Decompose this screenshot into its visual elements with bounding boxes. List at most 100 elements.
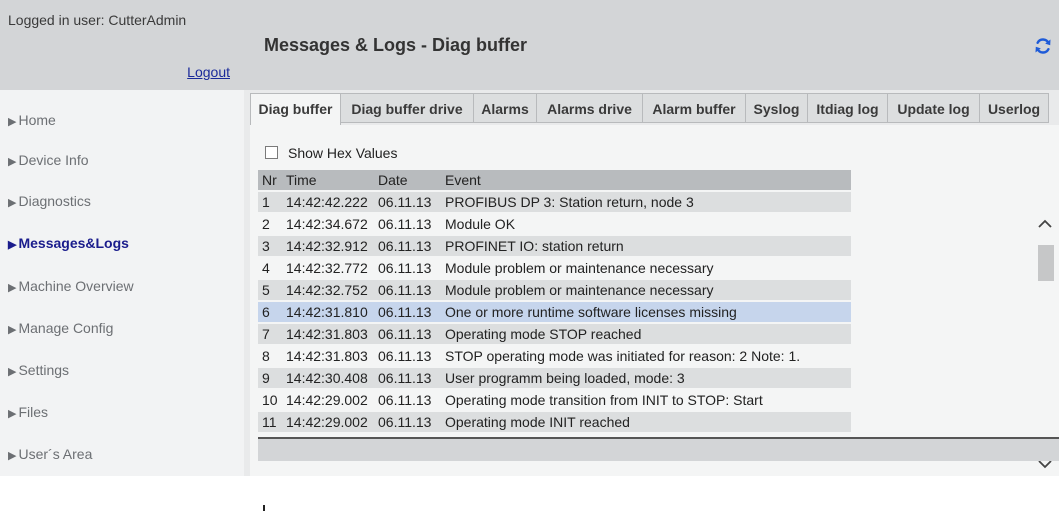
tab-diag-buffer[interactable]: Diag buffer [250, 93, 341, 126]
cell-date: 06.11.13 [374, 280, 441, 300]
sidebar-item-users-area[interactable]: ▶ User´s Area [8, 442, 92, 466]
cell-date: 06.11.13 [374, 368, 441, 388]
cell-event: Operating mode transition from INIT to S… [441, 390, 851, 410]
table-row[interactable]: 3 14:42:32.912 06.11.13 PROFINET IO: sta… [258, 236, 851, 256]
column-header-time[interactable]: Time [282, 170, 374, 190]
table-row[interactable]: 8 14:42:31.803 06.11.13 STOP operating m… [258, 346, 851, 366]
sidebar-item-files[interactable]: ▶ Files [8, 400, 48, 424]
sidebar-item-label: Manage Config [18, 320, 114, 336]
cell-event: User programm being loaded, mode: 3 [441, 368, 851, 388]
sidebar-item-home[interactable]: ▶ Home [8, 108, 56, 132]
tab-alarm-buffer[interactable]: Alarm buffer [642, 93, 746, 123]
chevron-up-icon[interactable] [1034, 215, 1056, 233]
cell-event: Operating mode INIT reached [441, 412, 851, 432]
table-row[interactable]: 7 14:42:31.803 06.11.13 Operating mode S… [258, 324, 851, 344]
tab-update-log[interactable]: Update log [887, 93, 980, 123]
sidebar-nav: ▶ Home ▶ Device Info ▶ Diagnostics ▶ Message… [0, 90, 244, 476]
column-header-nr[interactable]: Nr [258, 170, 282, 190]
sidebar-item-manage-config[interactable]: ▶ Manage Config [8, 316, 113, 340]
cell-date: 06.11.13 [374, 258, 441, 278]
table-row-selected[interactable]: 6 14:42:31.810 06.11.13 One or more runt… [258, 302, 851, 322]
sidebar-item-messages-logs[interactable]: ▶ Messages&Logs [8, 231, 129, 255]
show-hex-checkbox[interactable] [265, 146, 278, 159]
tab-alarms[interactable]: Alarms [473, 93, 537, 123]
cell-nr: 2 [258, 214, 282, 234]
diag-buffer-table: Nr Time Date Event 1 14:42:42.222 06.11.… [258, 170, 851, 434]
cell-date: 06.11.13 [374, 236, 441, 256]
vertical-scrollbar[interactable] [1031, 215, 1059, 475]
tab-itdiag-log[interactable]: Itdiag log [807, 93, 888, 123]
sidebar-item-label: User´s Area [18, 446, 93, 462]
tab-alarms-drive[interactable]: Alarms drive [536, 93, 643, 123]
scrollbar-thumb[interactable] [1038, 245, 1054, 281]
sidebar-item-diagnostics[interactable]: ▶ Diagnostics [8, 189, 91, 213]
table-row[interactable]: 2 14:42:34.672 06.11.13 Module OK [258, 214, 851, 234]
triangle-right-icon: ▶ [8, 197, 17, 209]
cell-time: 14:42:42.222 [282, 192, 374, 212]
sidebar-item-settings[interactable]: ▶ Settings [8, 358, 69, 382]
cell-event: PROFINET IO: station return [441, 236, 851, 256]
cell-nr: 3 [258, 236, 282, 256]
table-header-row: Nr Time Date Event [258, 170, 851, 190]
sidebar-item-label: Files [18, 404, 49, 420]
sidebar-item-label: Settings [18, 362, 70, 378]
column-header-date[interactable]: Date [374, 170, 441, 190]
table-row[interactable]: 5 14:42:32.752 06.11.13 Module problem o… [258, 280, 851, 300]
tab-diag-buffer-drive[interactable]: Diag buffer drive [340, 93, 474, 123]
sidebar-item-label: Device Info [18, 152, 89, 168]
sidebar-item-device-info[interactable]: ▶ Device Info [8, 148, 89, 172]
sidebar-item-label: Diagnostics [18, 193, 91, 209]
cell-time: 14:42:31.810 [282, 302, 374, 322]
triangle-right-icon: ▶ [8, 366, 17, 378]
cell-time: 14:42:31.803 [282, 346, 374, 366]
cell-nr: 10 [258, 390, 282, 410]
cell-time: 14:42:31.803 [282, 324, 374, 344]
triangle-right-icon: ▶ [8, 239, 17, 251]
page-title: Messages & Logs - Diag buffer [264, 35, 528, 55]
tab-userlog[interactable]: Userlog [979, 93, 1049, 123]
cell-nr: 5 [258, 280, 282, 300]
tab-syslog[interactable]: Syslog [745, 93, 808, 123]
content-area: Diag buffer Diag buffer drive Alarms Ala… [244, 90, 1059, 511]
cell-event: Module problem or maintenance necessary [441, 258, 851, 278]
table-row[interactable]: 1 14:42:42.222 06.11.13 PROFIBUS DP 3: S… [258, 192, 851, 212]
triangle-right-icon: ▶ [8, 450, 17, 462]
cell-time: 14:42:32.912 [282, 236, 374, 256]
cell-event: STOP operating mode was initiated for re… [441, 346, 851, 366]
refresh-icon[interactable] [1033, 36, 1053, 56]
triangle-right-icon: ▶ [8, 116, 17, 128]
horizontal-scrollbar[interactable] [258, 437, 1059, 461]
diag-buffer-panel: Show Hex Values Nr Time Date Event 1 14:… [250, 125, 1059, 511]
cell-date: 06.11.13 [374, 324, 441, 344]
cell-date: 06.11.13 [374, 346, 441, 366]
triangle-right-icon: ▶ [8, 408, 17, 420]
diag-table-viewport[interactable]: Nr Time Date Event 1 14:42:42.222 06.11.… [258, 170, 1033, 438]
cell-date: 06.11.13 [374, 412, 441, 432]
triangle-right-icon: ▶ [8, 156, 17, 168]
cell-event: Operating mode STOP reached [441, 324, 851, 344]
user-info-panel: Logged in user: CutterAdmin Logout [0, 0, 244, 90]
cell-nr: 6 [258, 302, 282, 322]
cell-event: One or more runtime software licenses mi… [441, 302, 851, 322]
cell-nr: 8 [258, 346, 282, 366]
cell-time: 14:42:32.752 [282, 280, 374, 300]
cell-nr: 9 [258, 368, 282, 388]
cell-date: 06.11.13 [374, 302, 441, 322]
cell-time: 14:42:29.002 [282, 412, 374, 432]
cell-date: 06.11.13 [374, 192, 441, 212]
sidebar-item-machine-overview[interactable]: ▶ Machine Overview [8, 274, 134, 298]
cell-time: 14:42:34.672 [282, 214, 374, 234]
page-header: Messages & Logs - Diag buffer [244, 0, 1059, 90]
show-hex-label: Show Hex Values [288, 145, 398, 161]
column-header-event[interactable]: Event [441, 170, 851, 190]
cell-time: 14:42:29.002 [282, 390, 374, 410]
table-row[interactable]: 11 14:42:29.002 06.11.13 Operating mode … [258, 412, 851, 432]
table-row[interactable]: 4 14:42:32.772 06.11.13 Module problem o… [258, 258, 851, 278]
table-row[interactable]: 10 14:42:29.002 06.11.13 Operating mode … [258, 390, 851, 410]
logged-in-user-text: Logged in user: CutterAdmin [8, 12, 187, 28]
cell-nr: 7 [258, 324, 282, 344]
logout-link[interactable]: Logout [187, 64, 230, 80]
table-row[interactable]: 9 14:42:30.408 06.11.13 User programm be… [258, 368, 851, 388]
triangle-right-icon: ▶ [8, 324, 17, 336]
cell-nr: 4 [258, 258, 282, 278]
